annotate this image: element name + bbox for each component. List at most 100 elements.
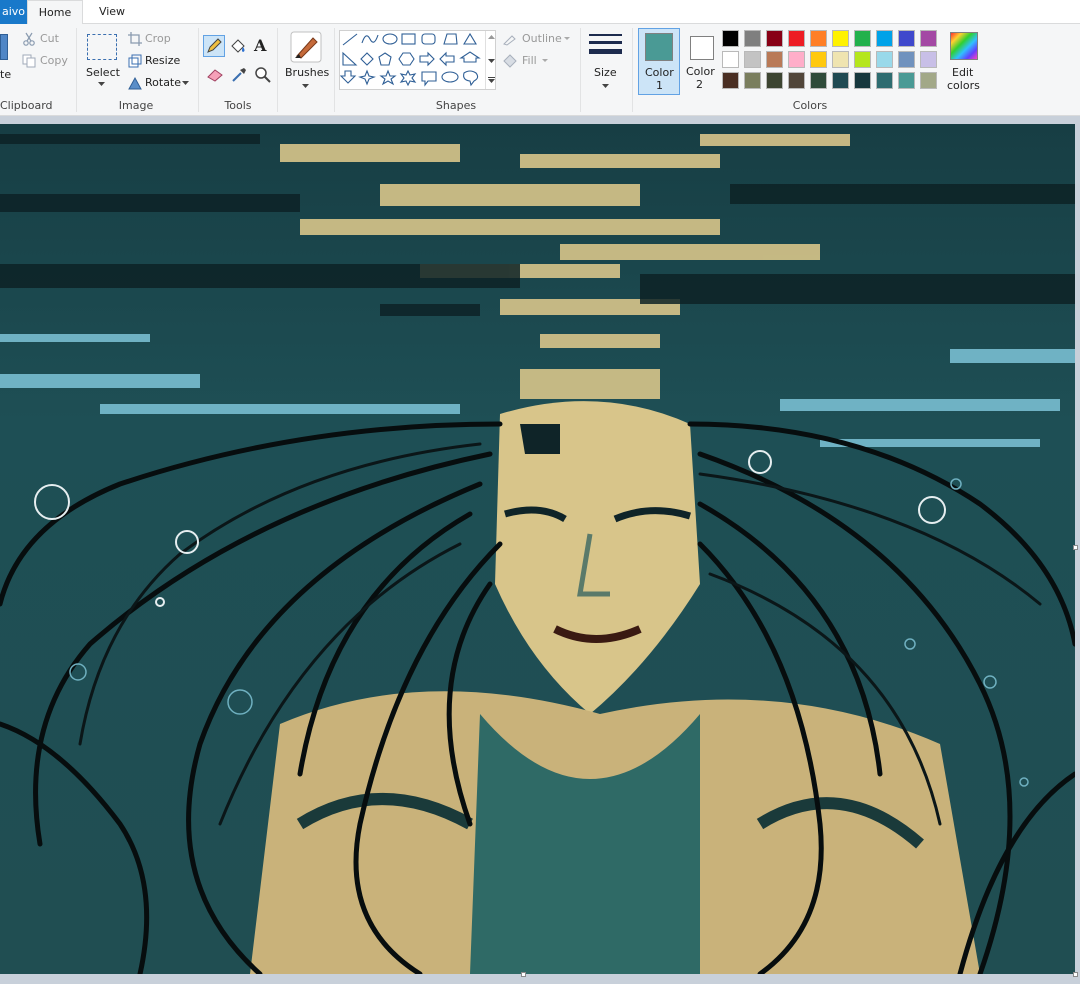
magnifier-icon[interactable] [254, 66, 272, 84]
eraser-icon[interactable] [206, 66, 224, 84]
shapes-gallery[interactable] [339, 30, 496, 90]
palette-swatch[interactable] [744, 72, 761, 89]
copy-button[interactable]: Copy [40, 54, 68, 67]
palette-swatch[interactable] [766, 30, 783, 47]
clipboard-group-label: Clipboard [0, 99, 53, 112]
rotate-icon [128, 76, 142, 90]
scissors-icon [23, 32, 35, 46]
palette-swatch[interactable] [788, 72, 805, 89]
resize-button[interactable]: Resize [145, 54, 180, 67]
chevron-down-icon[interactable] [564, 37, 570, 40]
tab-home[interactable]: Home [27, 0, 83, 25]
separator [277, 28, 278, 112]
artwork-image [0, 124, 1075, 974]
palette-swatch[interactable] [788, 51, 805, 68]
paste-icon[interactable] [0, 34, 8, 60]
select-icon[interactable] [87, 34, 117, 60]
palette-swatch[interactable] [832, 72, 849, 89]
fill-bucket-icon[interactable] [229, 37, 247, 55]
shapes-group-label: Shapes [435, 99, 477, 112]
size-button[interactable]: Size [586, 28, 626, 96]
outline-icon [503, 35, 516, 46]
shapes-icons [339, 32, 481, 87]
palette-swatch[interactable] [722, 51, 739, 68]
copy-icon [22, 54, 36, 68]
palette-swatch[interactable] [832, 51, 849, 68]
palette-swatch[interactable] [876, 72, 893, 89]
canvas-resize-handle[interactable] [521, 972, 526, 977]
chevron-up-icon [488, 35, 495, 39]
palette-swatch[interactable] [920, 72, 937, 89]
palette-swatch[interactable] [766, 72, 783, 89]
separator [334, 28, 335, 112]
palette-swatch[interactable] [876, 30, 893, 47]
palette-swatch[interactable] [920, 30, 937, 47]
color1-label: Color [645, 66, 674, 79]
palette-swatch[interactable] [854, 30, 871, 47]
palette-swatch[interactable] [766, 51, 783, 68]
size-label: Size [594, 66, 617, 79]
select-button[interactable]: Select [86, 66, 120, 79]
canvas-resize-handle[interactable] [1073, 972, 1078, 977]
palette-swatch[interactable] [744, 51, 761, 68]
color-wheel-icon [950, 32, 978, 60]
tools-group-label: Tools [224, 99, 252, 112]
edit-colors-button[interactable]: Edit colors [944, 28, 984, 95]
cut-button[interactable]: Cut [40, 32, 59, 45]
palette-swatch[interactable] [810, 51, 827, 68]
chevron-down-icon [602, 84, 609, 88]
separator [198, 28, 199, 112]
chevron-down-icon [488, 59, 495, 63]
paste-button[interactable]: te [0, 68, 11, 81]
palette-swatch[interactable] [898, 51, 915, 68]
palette-swatch[interactable] [744, 30, 761, 47]
palette-swatch[interactable] [920, 51, 937, 68]
more-icon [488, 77, 495, 83]
separator [632, 28, 633, 112]
resize-icon [128, 54, 142, 68]
crop-button[interactable]: Crop [145, 32, 171, 45]
outline-button[interactable]: Outline [522, 32, 562, 45]
fill-icon [503, 54, 517, 68]
rotate-button[interactable]: Rotate [145, 76, 181, 89]
shapes-scroll[interactable] [485, 31, 496, 89]
palette-swatch[interactable] [876, 51, 893, 68]
tab-view[interactable]: View [91, 0, 133, 25]
palette-swatch[interactable] [854, 51, 871, 68]
canvas-resize-handle[interactable] [1073, 545, 1078, 550]
palette-swatch[interactable] [810, 72, 827, 89]
size-line-icon [589, 49, 622, 54]
chevron-down-icon [302, 84, 309, 88]
brushes-button[interactable]: Brushes [283, 28, 329, 94]
palette-swatch[interactable] [722, 30, 739, 47]
color2-button[interactable]: Color 2 [684, 28, 724, 95]
pencil-tool[interactable] [203, 35, 225, 57]
palette-swatch[interactable] [898, 30, 915, 47]
chevron-down-icon[interactable] [182, 81, 189, 85]
brushes-label: Brushes [285, 66, 330, 79]
text-tool[interactable]: A [254, 36, 266, 55]
separator [580, 28, 581, 112]
fill-button[interactable]: Fill [522, 54, 537, 67]
palette-swatch[interactable] [788, 30, 805, 47]
color1-button[interactable]: Color 1 [638, 28, 680, 95]
edit-colors-label: Edit [952, 66, 974, 79]
ribbon: te Cut Copy Clipboard Select Crop Resize… [0, 24, 1080, 116]
drawing-canvas[interactable] [0, 124, 1075, 974]
palette-swatch[interactable] [854, 72, 871, 89]
file-tab[interactable]: aivo [0, 0, 27, 24]
image-group-label: Image [118, 99, 154, 112]
chevron-down-icon[interactable] [98, 82, 105, 86]
palette-swatch[interactable] [722, 72, 739, 89]
size-line-icon [589, 34, 622, 36]
color-palette [722, 30, 944, 94]
color-picker-icon[interactable] [230, 66, 248, 84]
palette-swatch[interactable] [832, 30, 849, 47]
palette-swatch[interactable] [898, 72, 915, 89]
color2-number: 2 [696, 78, 703, 91]
color2-swatch [690, 36, 714, 60]
canvas-area [0, 116, 1080, 984]
chevron-down-icon[interactable] [542, 59, 548, 62]
palette-swatch[interactable] [810, 30, 827, 47]
separator [76, 28, 77, 112]
